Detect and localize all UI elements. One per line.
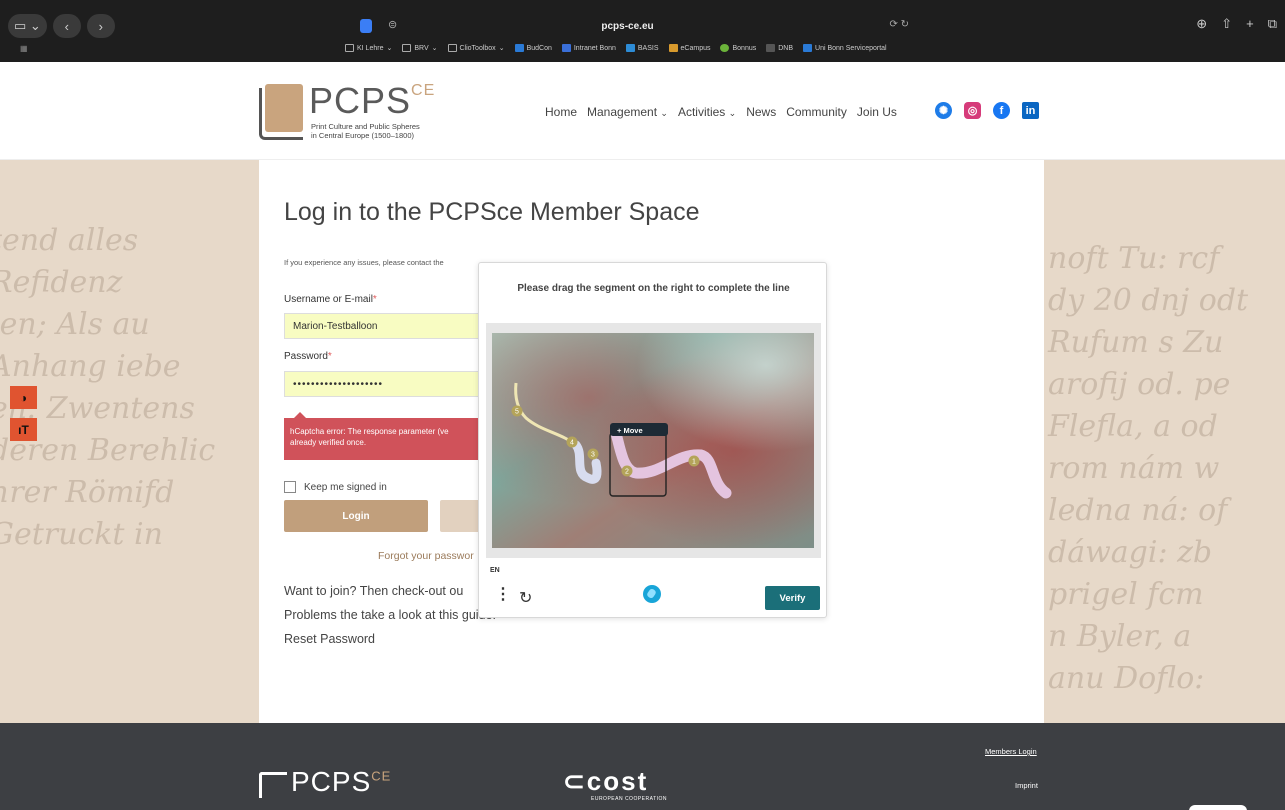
page-title: Log in to the PCPSce Member Space: [284, 198, 700, 226]
captcha-prompt: Please drag the segment on the right to …: [517, 283, 790, 294]
bookmark-item[interactable]: BRV ⌄: [402, 44, 438, 52]
nav-management[interactable]: Management ⌄: [587, 105, 668, 119]
bookmark-item[interactable]: Intranet Bonn: [561, 44, 616, 52]
move-label[interactable]: + Move: [617, 426, 643, 435]
background-text-right: noft Tu: rcf dy 20 dnj odt Rufum s Zu ar…: [1048, 241, 1249, 696]
site-footer: PCPSCE ⊂cost EUROPEAN COOPERATION Members…: [0, 723, 1285, 810]
bookmarks-bar: KI Lehre ⌄ BRV ⌄ ClioToolbox ⌄ BudCon Intra…: [345, 44, 887, 52]
bookmark-icon: [514, 44, 524, 52]
logo-tagline: Print Culture and Public Spheres in Cent…: [311, 122, 420, 140]
address-bar[interactable]: ⊜ pcps-ce.eu ⟳ ↻: [340, 14, 915, 38]
main-nav: Home Management ⌄ Activities ⌄ News Comm…: [545, 105, 897, 119]
bookmark-item[interactable]: ClioToolbox ⌄: [447, 44, 505, 52]
background-image-right: noft Tu: rcf dy 20 dnj odt Rufum s Zu ar…: [1044, 160, 1285, 723]
bookmark-item[interactable]: Uni Bonn Serviceportal: [803, 44, 887, 52]
language-selector[interactable]: EN: [490, 567, 500, 574]
reset-password-link[interactable]: Reset Password: [284, 632, 375, 646]
bluesky-icon[interactable]: ✺: [935, 102, 952, 119]
folder-icon: [447, 44, 457, 52]
password-input[interactable]: ••••••••••••••••••••: [284, 371, 484, 397]
marker-4: 4: [570, 440, 574, 447]
bookmark-icon: [625, 44, 635, 52]
captcha-error-message: hCaptcha error: The response parameter (…: [284, 412, 480, 460]
remember-label: Keep me signed in: [304, 481, 387, 493]
bookmark-icon: [766, 44, 776, 52]
text-size-icon[interactable]: ıT: [10, 418, 37, 441]
background-image-left: tend alles Refidenz ien; Als au Anhang i…: [0, 160, 259, 723]
username-label: Username or E-mail*: [284, 294, 377, 305]
nav-news[interactable]: News: [746, 105, 776, 119]
captcha-menu-icon[interactable]: ⋮: [495, 587, 511, 603]
bookmark-icon: [561, 44, 571, 52]
marker-2: 2: [625, 469, 629, 476]
forward-button[interactable]: ›: [86, 14, 115, 38]
logo-wordmark: PCPSCE: [309, 80, 436, 121]
members-login-link[interactable]: Members Login: [985, 747, 1037, 756]
bookmark-item[interactable]: eCampus: [668, 44, 710, 52]
contrast-toggle-icon[interactable]: ◑: [10, 386, 37, 409]
remember-checkbox[interactable]: [284, 481, 296, 493]
new-tab-icon[interactable]: +: [1246, 16, 1254, 32]
refresh-icon[interactable]: ↻: [519, 588, 532, 608]
username-input[interactable]: Marion-Testballoon: [284, 313, 484, 339]
chevron-down-icon: ⌄: [728, 108, 737, 118]
nav-home[interactable]: Home: [545, 105, 577, 119]
site-favicon-icon: [360, 19, 372, 33]
share-icon[interactable]: ⇧: [1221, 16, 1232, 32]
marker-1: 1: [692, 459, 696, 466]
translate-reload-icon[interactable]: ⟳ ↻: [889, 19, 909, 30]
contact-info-text: If you experience any issues, please con…: [284, 258, 444, 267]
footer-logo[interactable]: PCPSCE: [259, 766, 391, 798]
forgot-password-link[interactable]: Forgot your passwor: [378, 550, 474, 562]
back-button[interactable]: ‹: [52, 14, 81, 38]
background-text-left: tend alles Refidenz ien; Als au Anhang i…: [0, 223, 216, 552]
imprint-link[interactable]: Imprint: [1015, 781, 1038, 790]
login-button[interactable]: Login: [284, 500, 428, 532]
marker-3: 3: [591, 452, 595, 459]
bookmark-icon: [668, 44, 678, 52]
sidebar-toggle-button[interactable]: ▭ ⌄: [8, 14, 47, 38]
bookmark-item[interactable]: BudCon: [514, 44, 552, 52]
book-logo-icon: [259, 84, 303, 140]
chevron-down-icon: ⌄: [660, 108, 668, 118]
nav-activities[interactable]: Activities ⌄: [678, 105, 736, 119]
instagram-icon[interactable]: ◎: [964, 102, 981, 119]
password-label: Password*: [284, 351, 332, 362]
join-text[interactable]: Want to join? Then check-out ou: [284, 584, 463, 598]
folder-icon: [345, 44, 354, 52]
url-text: pcps-ce.eu: [601, 20, 654, 32]
bookmark-item[interactable]: KI Lehre ⌄: [345, 44, 392, 52]
browser-chrome: ▭ ⌄ ‹ › ▦ ⊜ pcps-ce.eu ⟳ ↻ KI Lehre ⌄ BRV…: [0, 0, 1285, 62]
book-logo-icon: [259, 772, 287, 798]
footer-widget[interactable]: [1189, 805, 1247, 810]
bookmark-icon: [720, 44, 730, 52]
problems-text[interactable]: Problems the take a look at this guide.: [284, 608, 496, 622]
site-header: PCPSCE Print Culture and Public Spheres …: [0, 62, 1285, 160]
bookmark-item[interactable]: BASIS: [625, 44, 659, 52]
bookmark-icon: [803, 44, 813, 52]
hcaptcha-challenge: Please drag the segment on the right to …: [478, 262, 827, 618]
nav-join-us[interactable]: Join Us: [857, 105, 897, 119]
bookmark-item[interactable]: DNB: [766, 44, 793, 52]
hcaptcha-logo-icon[interactable]: [643, 585, 661, 603]
marker-5: 5: [515, 409, 519, 416]
social-links: ✺ ◎ f in: [935, 102, 1039, 119]
verify-button[interactable]: Verify: [765, 586, 820, 610]
captcha-stage: + Move 1 2 3 4 5: [486, 323, 821, 558]
nav-community[interactable]: Community: [786, 105, 847, 119]
tabs-icon[interactable]: ⧉: [1268, 16, 1277, 32]
facebook-icon[interactable]: f: [993, 102, 1010, 119]
browser-right-controls: ⊕ ⇧ + ⧉: [1196, 16, 1277, 32]
remember-me[interactable]: Keep me signed in: [284, 481, 387, 493]
site-logo[interactable]: PCPSCE Print Culture and Public Spheres …: [259, 80, 459, 146]
downloads-icon[interactable]: ⊕: [1196, 16, 1207, 32]
browser-left-controls: ▭ ⌄ ‹ ›: [8, 14, 115, 38]
bookmark-item[interactable]: Bonnus: [720, 44, 756, 52]
tab-overview-icon[interactable]: ▦: [20, 44, 28, 53]
privacy-icon[interactable]: ⊜: [388, 18, 397, 31]
linkedin-icon[interactable]: in: [1022, 102, 1039, 119]
folder-icon: [402, 44, 412, 52]
captcha-puzzle-image: + Move 1 2 3 4 5: [492, 333, 814, 548]
cost-logo[interactable]: ⊂cost EUROPEAN COOPERATION: [563, 766, 667, 802]
